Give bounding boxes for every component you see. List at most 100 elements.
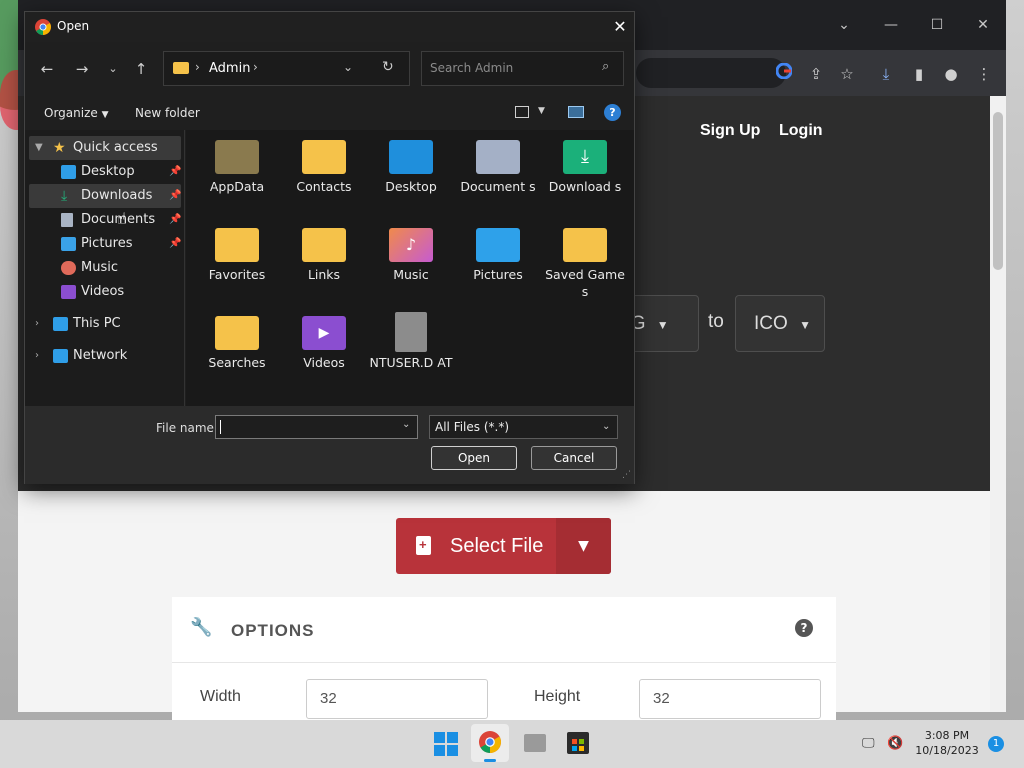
options-panel: 🔧 OPTIONS ? Width 32 Height 32 xyxy=(172,597,836,737)
nav-item-label: Quick access xyxy=(73,140,158,155)
scrollbar-thumb[interactable] xyxy=(993,112,1003,270)
nav-item-label: Downloads xyxy=(81,188,153,203)
maximize-button[interactable]: ☐ xyxy=(926,14,948,36)
volume-muted-icon[interactable]: 🔇 xyxy=(887,736,903,751)
file-item-saved-games[interactable]: Saved Games xyxy=(542,220,626,306)
refresh-icon[interactable]: ↻ xyxy=(382,59,394,75)
notification-badge[interactable]: 1 xyxy=(988,736,1004,752)
recent-locations-chevron-icon[interactable]: ⌄ xyxy=(102,58,124,80)
nav-item-videos[interactable]: Videos xyxy=(29,280,181,304)
nav-item-pictures[interactable]: Pictures 📌 xyxy=(29,232,181,256)
file-icon xyxy=(395,312,427,352)
chevron-down-icon[interactable]: ▼ xyxy=(35,136,43,160)
file-item-downloads[interactable]: ⤓ Download s xyxy=(542,132,626,218)
new-folder-button[interactable]: New folder xyxy=(135,106,200,120)
help-icon[interactable]: ? xyxy=(795,619,813,637)
file-item-documents[interactable]: Document s xyxy=(455,132,539,218)
height-input[interactable]: 32 xyxy=(639,679,821,719)
nav-quick-access[interactable]: ▼ ★ Quick access xyxy=(29,136,181,160)
sign-up-link[interactable]: Sign Up xyxy=(700,122,760,140)
file-item-name: Saved Games xyxy=(545,267,625,299)
file-item-appdata[interactable]: AppData xyxy=(194,132,278,218)
resize-grip-icon[interactable]: ⋰ xyxy=(622,470,631,480)
documents-icon xyxy=(61,213,73,227)
select-file-dropdown[interactable]: ▼ xyxy=(556,518,611,574)
share-icon[interactable]: ⇪ xyxy=(805,63,827,85)
file-item-contacts[interactable]: Contacts xyxy=(281,132,365,218)
nav-item-documents[interactable]: Documents 📌 xyxy=(29,208,181,232)
clock-date: 10/18/2023 xyxy=(915,744,979,757)
download-icon: ⤓ xyxy=(61,188,68,204)
nav-this-pc[interactable]: › This PC xyxy=(29,312,181,336)
up-arrow-icon[interactable]: ↑ xyxy=(130,58,152,80)
file-name-input[interactable]: ⌄ xyxy=(215,415,418,439)
file-item-ntuser-dat[interactable]: NTUSER.D AT xyxy=(368,308,453,394)
file-item-links[interactable]: Links xyxy=(281,220,365,306)
taskbar-chrome-app[interactable] xyxy=(471,724,509,762)
menu-icon[interactable]: ⋮ xyxy=(973,63,995,85)
documents-folder-icon xyxy=(476,140,520,174)
nav-item-downloads[interactable]: ⤓ Downloads 📌 xyxy=(29,184,181,208)
file-item-searches[interactable]: Searches xyxy=(194,308,278,394)
folder-icon xyxy=(302,228,346,262)
preview-pane-icon[interactable] xyxy=(568,106,584,118)
computer-icon xyxy=(53,317,68,331)
file-item-name: NTUSER.D AT xyxy=(369,355,453,370)
file-type-value: All Files (*.*) xyxy=(435,420,510,434)
login-link[interactable]: Login xyxy=(779,122,823,140)
chevron-right-icon[interactable]: › xyxy=(253,60,258,74)
videos-folder-icon: ▶ xyxy=(302,316,346,350)
options-header: 🔧 OPTIONS ? xyxy=(172,597,836,663)
select-file-button[interactable]: + Select File ▼ xyxy=(396,518,611,574)
to-format-select[interactable]: ICO ▼ xyxy=(735,295,825,352)
omnibox[interactable] xyxy=(636,58,786,88)
folder-icon xyxy=(215,316,259,350)
dialog-close-button[interactable]: ✕ xyxy=(608,15,632,39)
view-options-icon[interactable] xyxy=(515,106,529,118)
chevron-down-icon[interactable]: ⌄ xyxy=(343,60,353,74)
width-label: Width xyxy=(200,688,241,705)
network-status-icon[interactable]: 🖵 xyxy=(862,736,875,751)
address-path-box[interactable]: › Admin › ⌄ ↻ xyxy=(163,51,410,86)
text-caret xyxy=(220,420,221,434)
dialog-title-bar[interactable]: Open ✕ xyxy=(25,12,634,42)
chevron-down-icon[interactable]: ⌄ xyxy=(402,419,410,430)
width-input[interactable]: 32 xyxy=(306,679,488,719)
forward-arrow-icon[interactable]: → xyxy=(71,58,93,80)
profile-icon[interactable]: ● xyxy=(940,63,962,85)
minimize-button[interactable]: — xyxy=(880,14,902,36)
chevron-down-icon[interactable]: ▼ xyxy=(538,106,545,116)
close-window-button[interactable]: ✕ xyxy=(972,14,994,36)
file-item-music[interactable]: ♪ Music xyxy=(368,220,452,306)
music-icon xyxy=(61,261,76,275)
organize-button[interactable]: Organize ▼ xyxy=(44,106,109,120)
taskbar-clock[interactable]: 3:08 PM 10/18/2023 xyxy=(912,728,982,758)
file-explorer-icon[interactable] xyxy=(524,734,546,752)
file-item-videos[interactable]: ▶ Videos xyxy=(281,308,365,394)
back-arrow-icon[interactable]: ← xyxy=(36,58,58,80)
open-button[interactable]: Open xyxy=(431,446,517,470)
search-box[interactable]: Search Admin ⌕ xyxy=(421,51,624,86)
file-item-desktop[interactable]: Desktop xyxy=(368,132,452,218)
nav-item-desktop[interactable]: Desktop 📌 xyxy=(29,160,181,184)
windows-start-icon[interactable] xyxy=(434,732,458,756)
cancel-button[interactable]: Cancel xyxy=(531,446,617,470)
chevron-right-icon[interactable]: › xyxy=(35,312,39,336)
download-icon[interactable]: ⤓ xyxy=(875,63,897,85)
nav-item-label: Pictures xyxy=(81,236,133,251)
help-icon[interactable]: ? xyxy=(604,104,621,121)
file-item-favorites[interactable]: Favorites xyxy=(194,220,278,306)
file-item-name: Download s xyxy=(548,179,622,194)
file-item-pictures[interactable]: Pictures xyxy=(455,220,539,306)
file-type-filter[interactable]: All Files (*.*) ⌄ xyxy=(429,415,618,439)
bookmark-star-icon[interactable]: ☆ xyxy=(836,63,858,85)
path-segment[interactable]: Admin xyxy=(209,61,250,76)
google-lens-icon[interactable] xyxy=(773,62,795,85)
select-file-main[interactable]: + Select File xyxy=(396,518,556,574)
tab-search-icon[interactable]: ⌄ xyxy=(833,14,855,36)
nav-network[interactable]: › Network xyxy=(29,344,181,368)
nav-item-music[interactable]: Music xyxy=(29,256,181,280)
side-panel-icon[interactable]: ▮ xyxy=(908,63,930,85)
store-icon[interactable] xyxy=(567,732,589,754)
chevron-right-icon[interactable]: › xyxy=(35,344,39,368)
